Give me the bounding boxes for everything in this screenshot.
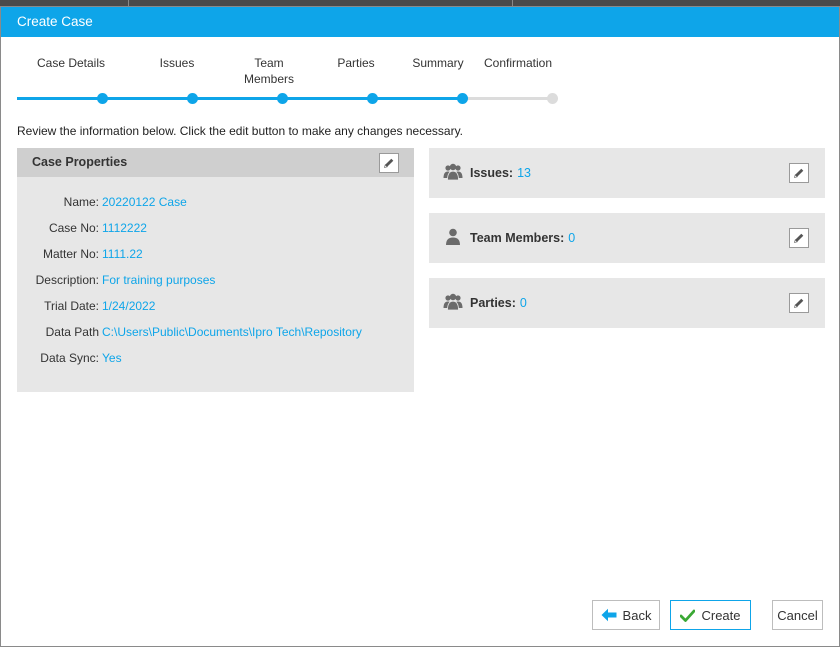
- field-label: Data Sync:: [40, 351, 99, 365]
- pencil-icon: [384, 158, 394, 168]
- issues-label: Issues: 13: [470, 166, 531, 180]
- field-description: Description: For training purposes: [17, 273, 414, 289]
- step-confirmation[interactable]: Confirmation: [468, 55, 568, 71]
- field-name: Name: 20220122 Case: [17, 195, 414, 211]
- create-label: Create: [701, 607, 741, 623]
- field-label: Matter No:: [42, 247, 99, 261]
- edit-issues-button[interactable]: [789, 163, 809, 183]
- wizard-stepper: Case Details Issues Team Members Parties…: [1, 37, 839, 117]
- step-issues[interactable]: Issues: [127, 55, 227, 71]
- edit-case-properties-button[interactable]: [379, 153, 399, 173]
- step-team-members[interactable]: Team Members: [229, 55, 309, 87]
- card-label-text: Issues:: [470, 166, 514, 180]
- pencil-icon: [794, 233, 804, 243]
- step-dot: [277, 93, 288, 104]
- team-members-card: Team Members: 0: [429, 213, 825, 263]
- checkmark-icon: [680, 609, 696, 622]
- card-label-text: Team Members:: [470, 231, 565, 245]
- back-label: Back: [622, 607, 652, 623]
- issues-card: Issues: 13: [429, 148, 825, 198]
- issues-count: 13: [517, 166, 531, 180]
- progress-track-remaining: [463, 97, 553, 100]
- progress-track-complete: [17, 97, 463, 100]
- case-properties-panel: Case Properties Name: 20220122 Case Case…: [17, 148, 414, 392]
- instruction-text: Review the information below. Click the …: [17, 124, 464, 138]
- field-value: For training purposes: [102, 273, 216, 287]
- field-value: 20220122 Case: [102, 195, 187, 209]
- field-label: Case No:: [48, 221, 99, 235]
- step-dot-pending: [547, 93, 558, 104]
- field-label: Name:: [63, 195, 99, 209]
- create-case-dialog: Create Case Case Details Issues Team Mem…: [0, 6, 840, 647]
- field-value: 1111.22: [102, 247, 143, 261]
- back-button[interactable]: Back: [592, 600, 660, 630]
- step-dot: [97, 93, 108, 104]
- group-icon: [443, 163, 463, 181]
- parties-count: 0: [519, 296, 527, 310]
- create-button[interactable]: Create: [670, 600, 751, 630]
- field-value: Yes: [102, 351, 122, 365]
- step-dot: [367, 93, 378, 104]
- group-icon: [443, 293, 463, 311]
- field-label: Trial Date:: [44, 299, 99, 313]
- edit-parties-button[interactable]: [789, 293, 809, 313]
- team-members-label: Team Members: 0: [470, 231, 575, 245]
- cancel-label: Cancel: [777, 607, 818, 623]
- case-properties-title: Case Properties: [32, 155, 128, 169]
- field-label: Description:: [35, 273, 99, 287]
- parties-label: Parties: 0: [470, 296, 527, 310]
- field-case-no: Case No: 1112222: [17, 221, 414, 237]
- pencil-icon: [794, 298, 804, 308]
- card-label-text: Parties:: [470, 296, 516, 310]
- team-members-count: 0: [568, 231, 576, 245]
- step-case-details[interactable]: Case Details: [21, 55, 121, 71]
- dialog-title: Create Case: [1, 7, 839, 37]
- step-dot: [187, 93, 198, 104]
- parties-card: Parties: 0: [429, 278, 825, 328]
- field-label: Data Path: [45, 325, 99, 339]
- field-value: 1112222: [102, 221, 147, 235]
- edit-team-members-button[interactable]: [789, 228, 809, 248]
- case-properties-header: Case Properties: [17, 148, 414, 177]
- cancel-button[interactable]: Cancel: [772, 600, 823, 630]
- field-data-path: Data Path C:\Users\Public\Documents\Ipro…: [17, 325, 414, 341]
- field-matter-no: Matter No: 1111.22: [17, 247, 414, 263]
- arrow-left-icon: [601, 608, 617, 622]
- pencil-icon: [794, 168, 804, 178]
- field-data-sync: Data Sync: Yes: [17, 351, 414, 367]
- step-dot-current: [457, 93, 468, 104]
- field-value: 1/24/2022: [102, 299, 156, 313]
- field-value: C:\Users\Public\Documents\Ipro Tech\Repo…: [102, 325, 362, 339]
- field-trial-date: Trial Date: 1/24/2022: [17, 299, 414, 315]
- person-icon: [446, 228, 460, 245]
